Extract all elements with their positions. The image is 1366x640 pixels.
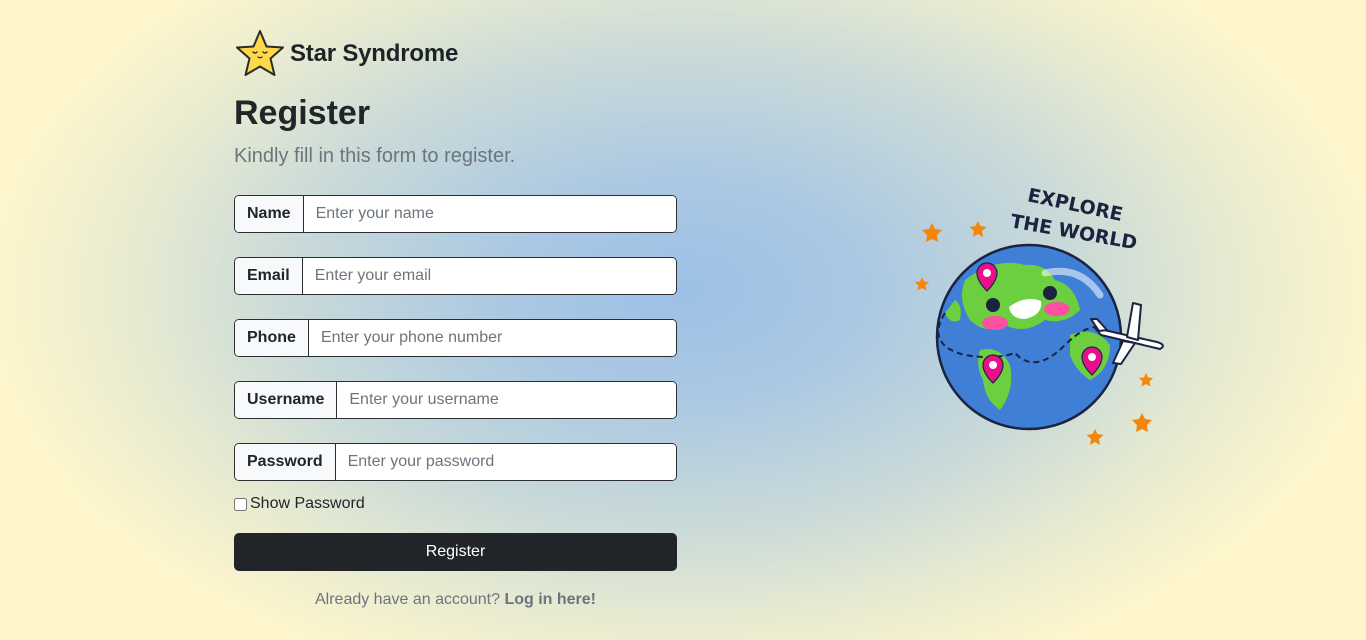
- register-form: Name Email Phone Username Password Show …: [234, 195, 677, 609]
- brand-name: Star Syndrome: [290, 40, 459, 67]
- username-input[interactable]: [337, 382, 676, 418]
- star-face-icon: [236, 30, 284, 76]
- name-field-group: Name: [234, 195, 677, 233]
- login-link[interactable]: Log in here!: [504, 591, 596, 608]
- show-password-toggle[interactable]: Show Password: [234, 495, 677, 513]
- login-prompt-text: Already have an account?: [314, 591, 500, 608]
- password-field-group: Password: [234, 443, 677, 481]
- brand-logo: Star Syndrome: [234, 28, 458, 80]
- email-field-group: Email: [234, 257, 677, 295]
- password-input[interactable]: [335, 444, 676, 480]
- login-prompt: Already have an account? Log in here!: [234, 591, 677, 609]
- email-input[interactable]: [302, 258, 676, 294]
- register-button[interactable]: Register: [234, 533, 677, 571]
- name-label: Name: [235, 196, 304, 232]
- phone-label: Phone: [235, 320, 309, 356]
- page-title: Register: [234, 94, 371, 132]
- phone-field-group: Phone: [234, 319, 677, 357]
- username-label: Username: [235, 382, 338, 418]
- show-password-label: Show Password: [250, 495, 365, 512]
- page-subtitle: Kindly fill in this form to register.: [234, 145, 516, 167]
- phone-input[interactable]: [308, 320, 676, 356]
- username-field-group: Username: [234, 381, 677, 419]
- explore-world-globe-icon: EXPLORE THE WORLD: [915, 185, 1164, 445]
- email-label: Email: [235, 258, 303, 294]
- globe: [935, 243, 1123, 431]
- password-label: Password: [235, 444, 336, 480]
- name-input[interactable]: [303, 196, 676, 232]
- show-password-checkbox[interactable]: [234, 497, 247, 511]
